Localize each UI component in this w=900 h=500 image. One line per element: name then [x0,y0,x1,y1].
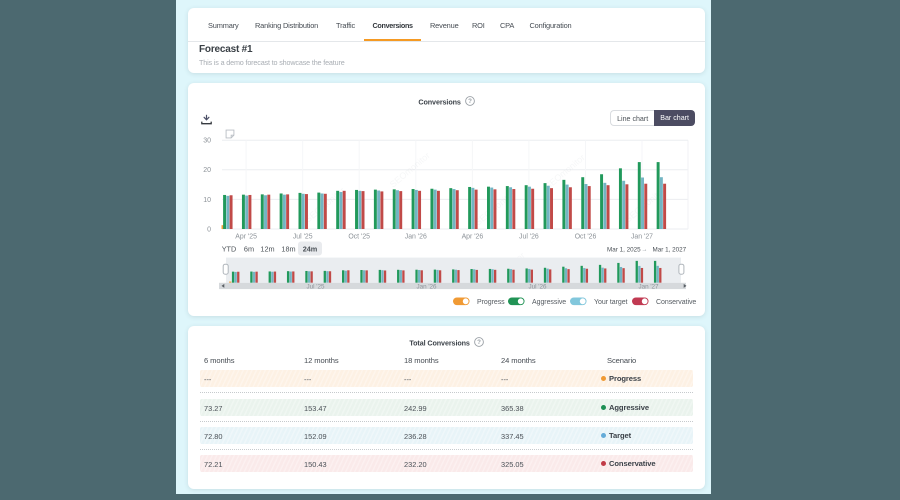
svg-text:?: ? [468,98,472,105]
svg-text:Jul '25: Jul '25 [293,234,313,241]
svg-text:Oct '26: Oct '26 [575,234,597,241]
svg-text:Mar 1, 2025: Mar 1, 2025 [607,246,641,253]
svg-text:Apr '25: Apr '25 [235,234,257,241]
svg-text:Jul '25: Jul '25 [306,283,325,290]
svg-text:→: → [642,247,648,253]
svg-text:30: 30 [203,138,211,145]
svg-text:Conservative: Conservative [656,299,696,306]
svg-text:?: ? [477,339,481,346]
svg-text:12m: 12m [260,245,274,254]
svg-text:24m: 24m [303,245,318,254]
svg-text:20: 20 [203,167,211,174]
svg-text:Jul '26: Jul '26 [519,234,539,241]
svg-text:18m: 18m [281,245,295,254]
svg-text:10: 10 [203,197,211,204]
svg-text:Jan '27: Jan '27 [631,234,653,241]
svg-text:Oct '25: Oct '25 [348,234,370,241]
svg-text:Apr '26: Apr '26 [462,234,484,241]
svg-text:Jan '26: Jan '26 [405,234,427,241]
svg-text:Progress: Progress [477,299,505,306]
svg-text:Your target: Your target [594,299,628,306]
svg-text:0: 0 [207,226,211,233]
svg-text:YTD: YTD [222,245,237,254]
svg-text:Aggressive: Aggressive [532,299,566,306]
svg-text:Jan '27: Jan '27 [638,283,659,290]
svg-text:Jul '26: Jul '26 [528,283,547,290]
svg-text:Jan '26: Jan '26 [416,283,437,290]
svg-text:6m: 6m [244,245,254,254]
svg-text:Mar 1, 2027: Mar 1, 2027 [653,246,687,253]
